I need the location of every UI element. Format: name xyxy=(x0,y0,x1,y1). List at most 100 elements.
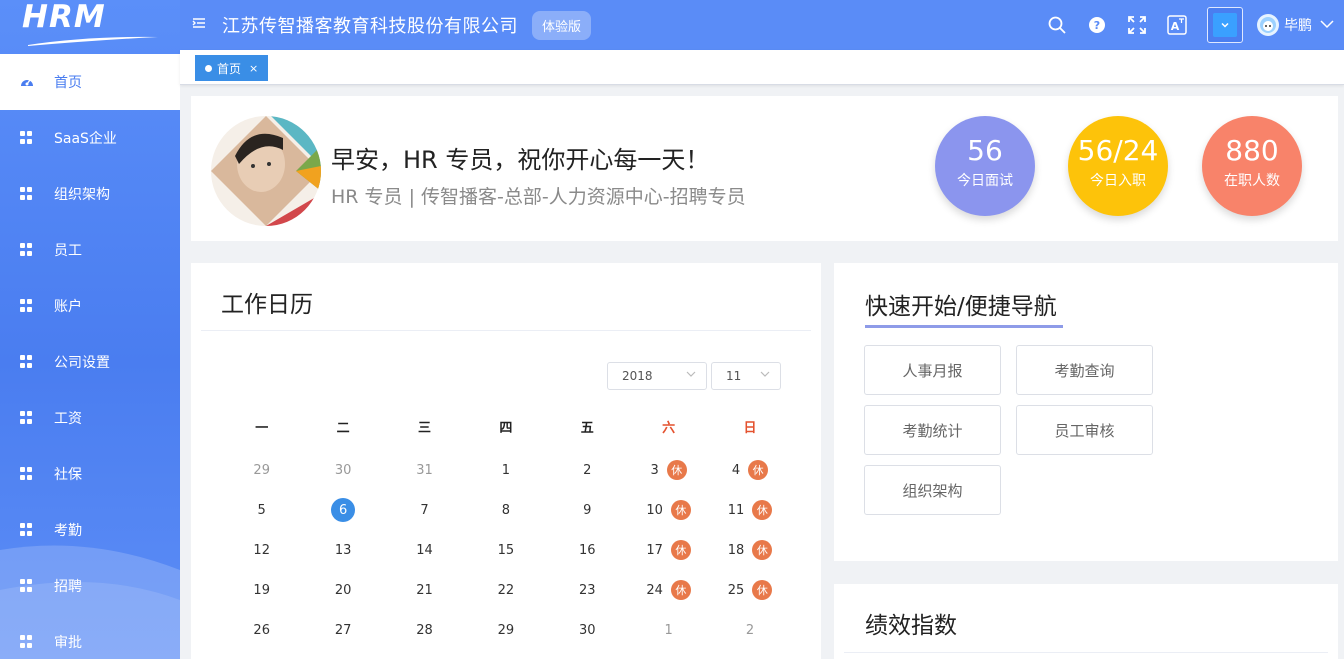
chevron-down-icon xyxy=(686,371,696,377)
rest-day-badge: 休 xyxy=(670,540,691,560)
calendar-day[interactable]: 10 休 xyxy=(628,497,709,523)
calendar-day[interactable]: 18 休 xyxy=(709,537,790,563)
calendar-day[interactable]: 28 xyxy=(384,617,465,643)
performance-card: 绩效指数 xyxy=(834,584,1338,659)
calendar-day[interactable]: 23 xyxy=(547,577,628,603)
calendar-day[interactable]: 25 休 xyxy=(709,577,790,603)
calendar-day[interactable]: 7 xyxy=(384,497,465,523)
calendar-day[interactable]: 11 休 xyxy=(709,497,790,523)
tags-bar: 首页 × xyxy=(180,50,1344,85)
sidebar-item[interactable]: 首页 xyxy=(0,54,180,110)
calendar-day[interactable]: 29 xyxy=(221,457,302,483)
quick-btn-attendance-query[interactable]: 考勤查询 xyxy=(1016,345,1153,395)
logo-text: HRM xyxy=(22,0,106,35)
greeting-text: 早安，HR 专员，祝你开心每一天！ xyxy=(331,146,710,174)
calendar-day[interactable]: 2 xyxy=(709,617,790,643)
stat-employees[interactable]: 880 在职人数 xyxy=(1202,116,1302,216)
collapse-menu-icon[interactable] xyxy=(192,16,208,34)
quick-btn-org-structure[interactable]: 组织架构 xyxy=(864,465,1001,515)
calendar-day[interactable]: 1 xyxy=(628,617,709,643)
stat-interviews[interactable]: 56 今日面试 xyxy=(935,116,1035,216)
calendar-day[interactable]: 19 xyxy=(221,577,302,603)
performance-title: 绩效指数 xyxy=(865,613,957,639)
calendar-day[interactable]: 30 xyxy=(547,617,628,643)
day-number: 3 xyxy=(650,462,659,478)
sidebar-item[interactable]: 社保 xyxy=(0,446,180,502)
quick-btn-monthly-report[interactable]: 人事月报 xyxy=(864,345,1001,395)
calendar-day[interactable]: 14 xyxy=(384,537,465,563)
stat-value: 56/24 xyxy=(1077,134,1159,167)
calendar-week: 19 20 21 22 23 24 休 25 休 xyxy=(221,577,791,603)
calendar-day[interactable]: 16 xyxy=(547,537,628,563)
title-underline xyxy=(865,325,1063,328)
sidebar-item[interactable]: SaaS企业 xyxy=(0,110,180,166)
calendar-day[interactable]: 24 休 xyxy=(628,577,709,603)
weekday-label: 六 xyxy=(662,421,676,436)
stat-value: 56 xyxy=(967,134,1003,167)
day-number: 4 xyxy=(731,462,741,478)
calendar-day[interactable]: 5 xyxy=(221,497,302,523)
rest-day-badge: 休 xyxy=(748,460,769,480)
grid-icon xyxy=(20,355,34,369)
calendar-day[interactable]: 21 xyxy=(384,577,465,603)
weekday-label: 日 xyxy=(743,421,757,436)
translate-icon[interactable]: A xyxy=(1167,15,1187,35)
welcome-card: 早安，HR 专员，祝你开心每一天！ HR 专员 | 传智播客-总部-人力资源中心… xyxy=(191,96,1338,241)
sidebar-item-label: SaaS企业 xyxy=(54,131,117,147)
day-number: 22 xyxy=(497,582,515,598)
year-select[interactable]: 2018 xyxy=(607,362,707,390)
calendar-day[interactable]: 13 xyxy=(302,537,383,563)
calendar-day[interactable]: 22 xyxy=(465,577,546,603)
day-number: 8 xyxy=(501,502,510,518)
year-value: 2018 xyxy=(622,369,653,383)
day-number: 1 xyxy=(664,622,673,638)
calendar-day[interactable]: 2 xyxy=(547,457,628,483)
grid-icon xyxy=(20,411,34,425)
search-icon[interactable] xyxy=(1047,15,1067,35)
sidebar-item[interactable]: 工资 xyxy=(0,390,180,446)
sidebar: HRM 首页SaaS企业组织架构员工账户公司设置工资社保考勤招聘审批 xyxy=(0,0,180,659)
calendar-day[interactable]: 8 xyxy=(465,497,546,523)
fullscreen-icon[interactable] xyxy=(1127,15,1147,35)
calendar-day[interactable]: 12 xyxy=(221,537,302,563)
stat-onboarding[interactable]: 56/24 今日入职 xyxy=(1068,116,1168,216)
calendar-day[interactable]: 3休 xyxy=(628,457,709,483)
calendar-day-today[interactable]: 6 xyxy=(302,497,383,523)
calendar-title: 工作日历 xyxy=(221,292,313,318)
calendar-day[interactable]: 20 xyxy=(302,577,383,603)
grid-icon xyxy=(20,187,34,201)
calendar-day[interactable]: 4休 xyxy=(709,457,790,483)
top-bar: 江苏传智播客教育科技股份有限公司 体验版 ? A 毕鹏 xyxy=(180,0,1344,50)
day-number: 13 xyxy=(334,542,352,558)
calendar-day[interactable]: 1 xyxy=(465,457,546,483)
day-number: 31 xyxy=(416,462,433,478)
calendar-day[interactable]: 26 xyxy=(221,617,302,643)
tag-home[interactable]: 首页 × xyxy=(195,55,269,81)
calendar-day[interactable]: 31 xyxy=(384,457,465,483)
tag-label: 首页 xyxy=(217,61,242,76)
sidebar-item[interactable]: 员工 xyxy=(0,222,180,278)
chevron-down-icon xyxy=(760,371,770,377)
day-number: 18 xyxy=(727,542,745,558)
calendar-day[interactable]: 27 xyxy=(302,617,383,643)
calendar-day[interactable]: 9 xyxy=(547,497,628,523)
sidebar-item[interactable]: 账户 xyxy=(0,278,180,334)
grid-icon xyxy=(20,523,34,537)
sidebar-item-label: 考勤 xyxy=(54,523,82,539)
quick-nav-title: 快速开始/便捷导航 xyxy=(865,294,1057,320)
calendar-day[interactable]: 15 xyxy=(465,537,546,563)
sidebar-item[interactable]: 公司设置 xyxy=(0,334,180,390)
quick-btn-attendance-stats[interactable]: 考勤统计 xyxy=(864,405,1001,455)
size-dropdown-button[interactable] xyxy=(1207,7,1243,43)
quick-btn-employee-review[interactable]: 员工审核 xyxy=(1016,405,1153,455)
sidebar-item[interactable]: 组织架构 xyxy=(0,166,180,222)
help-icon[interactable]: ? xyxy=(1087,15,1107,35)
user-menu[interactable]: 毕鹏 xyxy=(1257,14,1334,36)
calendar-day[interactable]: 17 休 xyxy=(628,537,709,563)
day-number: 6 xyxy=(331,498,356,522)
weekday-label: 三 xyxy=(417,421,431,436)
close-icon[interactable]: × xyxy=(249,62,258,75)
month-select[interactable]: 11 xyxy=(711,362,781,390)
calendar-day[interactable]: 29 xyxy=(465,617,546,643)
calendar-day[interactable]: 30 xyxy=(302,457,383,483)
